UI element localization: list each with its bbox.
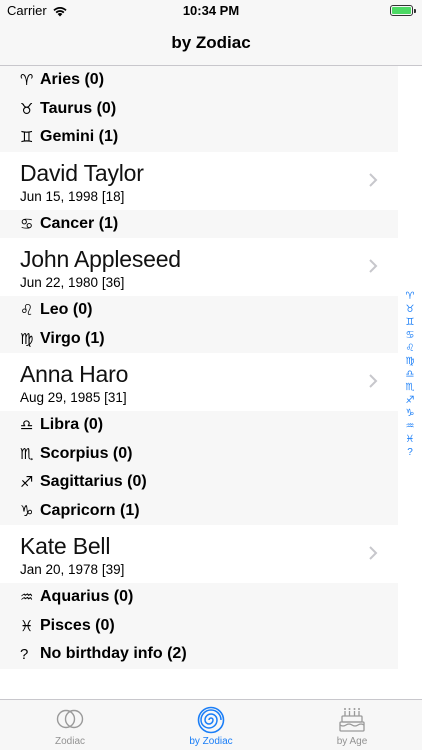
section-index-item[interactable]: ♑ bbox=[398, 407, 422, 420]
section-label: Gemini (1) bbox=[40, 128, 119, 146]
section-label: Sagittarius (0) bbox=[40, 473, 147, 491]
page-title: by Zodiac bbox=[171, 33, 251, 52]
chevron-right-icon bbox=[369, 374, 378, 388]
section-index-item[interactable]: ♓ bbox=[398, 433, 422, 446]
contact-name: David Taylor bbox=[20, 159, 144, 186]
section-label: Capricorn (1) bbox=[40, 501, 140, 519]
zodiac-list[interactable]: ♈ Aries (0) ♉ Taurus (0) ♊ Gemini (1) David Ta… bbox=[0, 66, 398, 669]
contact-row[interactable]: Kate Bell Jan 20, 1978 [39] bbox=[0, 525, 398, 583]
tab-label: by Zodiac bbox=[189, 736, 233, 747]
section-index-item[interactable]: ♒ bbox=[398, 420, 422, 433]
section-header: ♋ Cancer (1) bbox=[0, 209, 398, 238]
section-index-item[interactable]: ♍ bbox=[398, 355, 422, 368]
section-label: Virgo (1) bbox=[40, 329, 105, 347]
section-header: ♎ Libra (0) bbox=[0, 411, 398, 440]
section-index-item[interactable]: ♌ bbox=[398, 342, 422, 355]
section-label: Taurus (0) bbox=[40, 99, 117, 117]
zodiac-symbol-icon: ? bbox=[20, 645, 29, 663]
zodiac-symbol-icon: ♏ bbox=[20, 445, 34, 463]
section-label: Cancer (1) bbox=[40, 214, 119, 232]
contact-birthday: Jun 15, 1998 [18] bbox=[20, 188, 125, 204]
section-label: Leo (0) bbox=[40, 301, 93, 319]
contact-name: Kate Bell bbox=[20, 533, 111, 559]
section-label: Scorpius (0) bbox=[40, 444, 133, 462]
contact-row[interactable]: Anna Haro Aug 29, 1985 [31] bbox=[0, 353, 398, 411]
zodiac-symbol-icon: ♑ bbox=[20, 502, 34, 520]
contact-row[interactable]: John Appleseed Jun 22, 1980 [36] bbox=[0, 238, 398, 296]
section-header: ♉ Taurus (0) bbox=[0, 94, 398, 123]
section-header: ? No birthday info (2) bbox=[0, 640, 398, 669]
birthday-cake-icon bbox=[339, 708, 365, 732]
status-time: 10:34 PM bbox=[182, 3, 240, 18]
section-index-item[interactable]: ♏ bbox=[398, 381, 422, 394]
spiral-icon bbox=[197, 706, 225, 734]
section-index-item[interactable]: ♉ bbox=[398, 303, 422, 316]
tab-label: Zodiac bbox=[54, 736, 85, 747]
tab-label: by Age bbox=[336, 736, 368, 747]
zodiac-symbol-icon: ♍ bbox=[20, 330, 34, 348]
section-header: ♍ Virgo (1) bbox=[0, 324, 398, 353]
zodiac-symbol-icon: ♓ bbox=[20, 617, 34, 635]
section-header: ♐ Sagittarius (0) bbox=[0, 468, 398, 497]
tab-by-zodiac[interactable]: by Zodiac bbox=[141, 700, 281, 750]
contact-name: Anna Haro bbox=[20, 361, 129, 387]
zodiac-symbol-icon: ♊ bbox=[20, 129, 34, 147]
section-index-item[interactable]: ♊ bbox=[398, 316, 422, 329]
zodiac-symbol-icon: ♉ bbox=[20, 100, 34, 118]
section-index[interactable]: ♈ ♉ ♊ ♋ ♌ ♍ ♎ ♏ ♐ ♑ ♒ ♓? bbox=[398, 290, 422, 459]
zodiac-symbol-icon: ♋ bbox=[20, 215, 34, 233]
section-label: Pisces (0) bbox=[40, 616, 115, 634]
section-label: Aquarius (0) bbox=[40, 588, 134, 606]
contact-name: John Appleseed bbox=[20, 246, 181, 272]
section-header: ♑ Capricorn (1) bbox=[0, 496, 398, 525]
section-header: ♓ Pisces (0) bbox=[0, 611, 398, 640]
status-bar: Carrier 10:34 PM bbox=[0, 0, 422, 22]
section-header: ♊ Gemini (1) bbox=[0, 123, 398, 152]
chevron-right-icon bbox=[369, 172, 378, 187]
contact-row[interactable]: David Taylor Jun 15, 1998 [18] bbox=[0, 151, 398, 210]
tab-zodiac[interactable]: Zodiac bbox=[0, 700, 140, 750]
zodiac-symbol-icon: ♒ bbox=[20, 589, 34, 607]
section-header: ♈ Aries (0) bbox=[0, 66, 398, 95]
zodiac-symbol-icon: ♈ bbox=[20, 72, 34, 90]
zodiac-symbol-icon: ♎ bbox=[20, 417, 34, 435]
section-label: Aries (0) bbox=[40, 71, 105, 89]
navigation-bar: by Zodiac bbox=[0, 22, 422, 66]
tab-by-age[interactable]: by Age bbox=[282, 700, 422, 750]
venn-circles-icon bbox=[56, 709, 84, 729]
battery-indicator bbox=[390, 5, 416, 16]
section-index-bar[interactable]: ♈ ♉ ♊ ♋ ♌ ♍ ♎ ♏ ♐ ♑ ♒ ♓? bbox=[398, 66, 422, 699]
section-index-item[interactable]: ♋ bbox=[398, 329, 422, 342]
section-label: Libra (0) bbox=[40, 416, 104, 434]
section-index-item[interactable]: ♈ bbox=[398, 290, 422, 303]
zodiac-symbol-icon: ♐ bbox=[20, 474, 34, 492]
zodiac-symbol-icon: ♌ bbox=[20, 302, 34, 320]
contact-birthday: Jan 20, 1978 [39] bbox=[20, 562, 125, 577]
section-header: ♒ Aquarius (0) bbox=[0, 583, 398, 612]
battery-icon bbox=[390, 5, 413, 16]
section-header: ♌ Leo (0) bbox=[0, 296, 398, 325]
section-label: No birthday info (2) bbox=[40, 645, 187, 663]
contact-birthday: Aug 29, 1985 [31] bbox=[20, 390, 127, 405]
tab-bar: Zodiac by Zodiac by Age bbox=[0, 699, 422, 750]
chevron-right-icon bbox=[369, 259, 378, 273]
section-index-item[interactable]: ? bbox=[398, 446, 422, 459]
section-index-item[interactable]: ♎ bbox=[398, 368, 422, 381]
section-index-item[interactable]: ♐ bbox=[398, 394, 422, 407]
chevron-right-icon bbox=[369, 546, 378, 560]
contact-birthday: Jun 22, 1980 [36] bbox=[20, 275, 125, 290]
section-header: ♏ Scorpius (0) bbox=[0, 439, 398, 468]
